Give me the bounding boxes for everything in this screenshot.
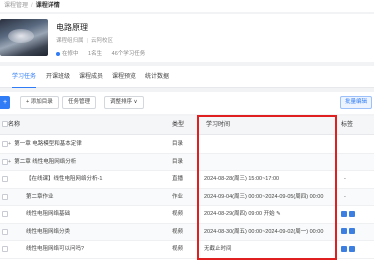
table-row[interactable]: + 第二章 线性电阻网络分析 目录: [0, 153, 374, 171]
row-time: 2024-08-28(周三) 15:00~17:00: [204, 176, 280, 182]
row-name[interactable]: 【在线课】线性电阻网络分析-1: [26, 171, 102, 188]
breadcrumb: 课程管理 / 课程详情: [0, 0, 374, 12]
adjust-sort-button[interactable]: 调整排序 ∨: [104, 96, 144, 109]
course-title: 电路原理: [56, 23, 88, 32]
row-checkbox[interactable]: [2, 193, 8, 200]
course-enrolled: 1名生: [88, 51, 103, 57]
course-meta: 课程组归属 | 云阿校区: [56, 38, 113, 44]
tab-members[interactable]: 课程成员: [79, 66, 103, 88]
tag-doc-icon: [349, 228, 355, 235]
column-header-type: 类型: [172, 122, 185, 128]
row-checkbox[interactable]: [2, 246, 8, 252]
row-label: -: [344, 193, 346, 200]
tab-preview[interactable]: 课程预览: [112, 66, 136, 88]
task-manage-button[interactable]: 任务管理: [62, 96, 97, 109]
tab-bar: 学习任务 开课班级 课程成员 课程预览 统计数据: [0, 66, 374, 88]
row-checkbox[interactable]: [2, 176, 8, 182]
action-toolbar: + + 添加目录 任务管理 调整排序 ∨ 批量编辑: [0, 92, 374, 114]
column-header-time: 学习时间: [206, 122, 231, 128]
row-name[interactable]: 线性电阻网络分类: [26, 224, 70, 241]
course-status: 在修中: [56, 51, 79, 57]
row-tag-icons: [341, 224, 357, 241]
breadcrumb-current: 课程详情: [35, 3, 60, 9]
row-checkbox[interactable]: [2, 211, 8, 217]
tag-doc-icon: [349, 245, 355, 252]
course-meta-group: 课程组归属: [56, 38, 84, 44]
tag-doc-icon: [349, 210, 355, 217]
table-row[interactable]: 线性电阻网络可以问吗? 视频 无截止时间: [0, 241, 374, 259]
task-table: 名称 类型 学习时间 标签 + 第一章 电路模型和基本定律 目录 + 第二章 线性电阻网…: [0, 116, 374, 260]
column-header-name: 名称: [8, 122, 21, 128]
row-type: 目录: [172, 141, 184, 147]
row-time: 2024-08-30(周五) 00:00~2024-09-02(周一) 00:0…: [204, 228, 324, 235]
course-header-card: 电路原理 课程组归属 | 云阿校区 在修中 1名生 46个学习任务: [0, 14, 374, 62]
table-row[interactable]: 【在线课】线性电阻网络分析-1 直播 2024-08-28(周三) 15:00~17…: [0, 171, 374, 189]
row-type: 视频: [172, 246, 184, 252]
batch-edit-button[interactable]: 批量编辑: [339, 96, 372, 109]
add-chapter-button[interactable]: + 添加目录: [20, 96, 59, 109]
row-time: 2024-08-29(周四) 09:00 开始 ✎: [204, 211, 281, 217]
tab-statistics[interactable]: 统计数据: [145, 66, 169, 88]
tag-video-icon: [341, 228, 347, 235]
course-meta-campus: 云阿校区: [90, 38, 113, 44]
table-row[interactable]: + 第一章 电路模型和基本定律 目录: [0, 136, 374, 154]
table-header: 名称 类型 学习时间 标签: [0, 116, 374, 135]
row-name[interactable]: + 第一章 电路模型和基本定律: [8, 136, 82, 153]
tab-classes[interactable]: 开课班级: [46, 66, 70, 88]
table-row[interactable]: 线性电阻网络分类 视频 2024-08-30(周五) 00:00~2024-09-0…: [0, 223, 374, 241]
expand-icon[interactable]: +: [8, 159, 11, 165]
row-type: 视频: [172, 228, 184, 235]
row-name[interactable]: 线性电阻网络基础: [26, 206, 70, 223]
row-tag-icons: [341, 241, 357, 258]
row-time: 2024-09-04(周三) 00:00~2024-09-05(周四) 00:0…: [204, 193, 324, 200]
course-thumbnail: [0, 19, 48, 56]
row-type: 目录: [172, 158, 184, 165]
tag-video-icon: [341, 210, 347, 217]
row-label: -: [344, 176, 346, 182]
row-type: 作业: [172, 193, 184, 200]
row-checkbox[interactable]: [2, 228, 8, 235]
add-button[interactable]: +: [0, 96, 10, 109]
status-dot-icon: [56, 51, 60, 56]
row-type: 直播: [172, 176, 184, 182]
row-tag-icons: [341, 206, 357, 223]
course-task-count: 46个学习任务: [111, 51, 146, 57]
row-name[interactable]: 线性电阻网络可以问吗?: [26, 241, 84, 258]
row-time: 无截止时间: [204, 246, 232, 252]
column-header-label: 标签: [341, 122, 354, 128]
expand-icon[interactable]: +: [8, 141, 11, 147]
row-name[interactable]: + 第二章 线性电阻网络分析: [8, 154, 76, 171]
row-name[interactable]: 第二章作业: [26, 189, 54, 206]
breadcrumb-separator: /: [31, 3, 33, 9]
tag-video-icon: [341, 245, 347, 252]
course-stats: 在修中 1名生 46个学习任务: [56, 49, 153, 57]
row-type: 视频: [172, 211, 184, 217]
table-row[interactable]: 线性电阻网络基础 视频 2024-08-29(周四) 09:00 开始 ✎: [0, 206, 374, 224]
table-row[interactable]: 第二章作业 作业 2024-09-04(周三) 00:00~2024-09-05(周…: [0, 188, 374, 206]
tab-learning-tasks[interactable]: 学习任务: [12, 66, 37, 88]
breadcrumb-parent[interactable]: 课程管理: [4, 3, 28, 9]
